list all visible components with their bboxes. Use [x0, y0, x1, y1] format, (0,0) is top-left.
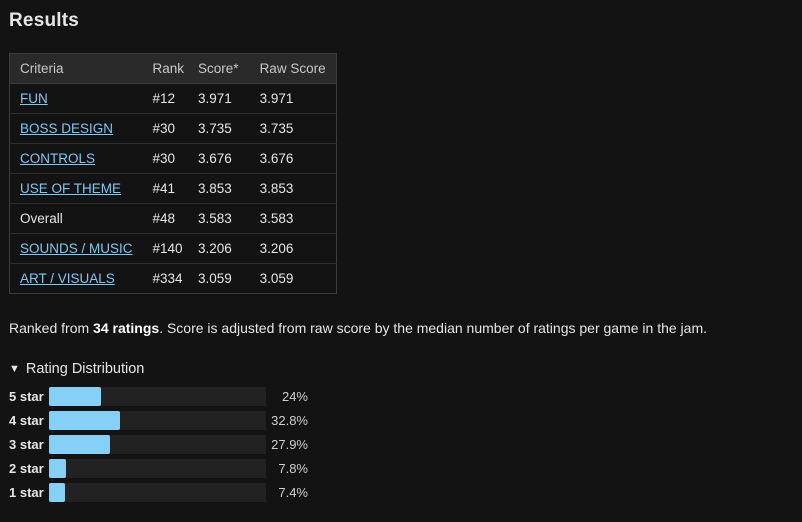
- results-section: Results Criteria Rank Score* Raw Score F…: [0, 0, 802, 522]
- distribution-row: 3 star 27.9%: [9, 432, 802, 456]
- rank-cell: #41: [142, 173, 192, 204]
- score-cell: 3.583: [191, 203, 250, 234]
- triangle-down-icon: ▼: [9, 363, 20, 375]
- distribution-row: 4 star 32.8%: [9, 408, 802, 432]
- header-score: Score*: [191, 53, 250, 84]
- distribution-percent: 7.8%: [278, 460, 308, 476]
- distribution-percent: 27.9%: [271, 436, 308, 452]
- table-row: USE OF THEME #41 3.853 3.853: [9, 173, 337, 204]
- distribution-bar-track: [49, 482, 266, 502]
- criteria-cell: ART / VISUALS: [9, 263, 143, 294]
- criteria-link[interactable]: USE OF THEME: [20, 181, 121, 196]
- distribution-bar-track: [49, 386, 266, 406]
- rating-distribution-toggle[interactable]: ▼ Rating Distribution: [9, 360, 802, 378]
- rank-cell: #30: [142, 113, 192, 144]
- summary-prefix: Ranked from: [9, 320, 94, 336]
- distribution-bar-track: [49, 410, 266, 430]
- table-row: BOSS DESIGN #30 3.735 3.735: [9, 113, 337, 144]
- score-cell: 3.971: [191, 83, 250, 114]
- rating-distribution: 5 star 24% 4 star 32.8% 3 star 27.9% 2 star 7.8…: [9, 384, 802, 504]
- distribution-percent: 7.4%: [278, 484, 308, 500]
- rank-cell: #12: [142, 83, 192, 114]
- distribution-bar-fill: [49, 434, 110, 454]
- table-row: Overall #48 3.583 3.583: [9, 203, 337, 234]
- raw-score-cell: 3.853: [249, 173, 337, 204]
- distribution-percent: 32.8%: [271, 412, 308, 428]
- distribution-row: 2 star 7.8%: [9, 456, 802, 480]
- distribution-bar-fill: [49, 458, 66, 478]
- criteria-label: Overall: [20, 211, 63, 226]
- rank-cell: #334: [142, 263, 192, 294]
- distribution-bar-track: [49, 458, 266, 478]
- rank-cell: #48: [142, 203, 192, 234]
- star-label: 1 star: [9, 484, 44, 500]
- criteria-link[interactable]: FUN: [20, 91, 48, 106]
- header-rank: Rank: [142, 53, 192, 84]
- table-row: ART / VISUALS #334 3.059 3.059: [9, 263, 337, 294]
- raw-score-cell: 3.583: [249, 203, 337, 234]
- rank-cell: #140: [142, 233, 192, 264]
- criteria-link[interactable]: SOUNDS / MUSIC: [20, 241, 133, 256]
- criteria-link[interactable]: ART / VISUALS: [20, 271, 115, 286]
- rank-cell: #30: [142, 143, 192, 174]
- criteria-cell: SOUNDS / MUSIC: [9, 233, 143, 264]
- header-criteria: Criteria: [9, 53, 143, 84]
- criteria-cell: Overall: [9, 203, 143, 234]
- raw-score-cell: 3.971: [249, 83, 337, 114]
- raw-score-cell: 3.676: [249, 143, 337, 174]
- star-label: 5 star: [9, 388, 44, 404]
- raw-score-cell: 3.206: [249, 233, 337, 264]
- distribution-row: 5 star 24%: [9, 384, 802, 408]
- header-raw-score: Raw Score: [249, 53, 337, 84]
- distribution-bar-fill: [49, 410, 121, 430]
- star-label: 4 star: [9, 412, 44, 428]
- ratings-count: 34 ratings: [93, 320, 160, 336]
- criteria-cell: BOSS DESIGN: [9, 113, 143, 144]
- criteria-cell: CONTROLS: [9, 143, 143, 174]
- criteria-table: Criteria Rank Score* Raw Score FUN #12 3.9…: [9, 53, 337, 294]
- star-label: 3 star: [9, 436, 44, 452]
- criteria-link[interactable]: CONTROLS: [20, 151, 95, 166]
- table-header-row: Criteria Rank Score* Raw Score: [9, 53, 337, 84]
- ratings-summary: Ranked from 34 ratings. Score is adjuste…: [9, 319, 802, 337]
- raw-score-cell: 3.735: [249, 113, 337, 144]
- distribution-row: 1 star 7.4%: [9, 480, 802, 504]
- distribution-bar-fill: [49, 386, 102, 406]
- results-title: Results: [9, 10, 80, 31]
- score-cell: 3.676: [191, 143, 250, 174]
- raw-score-cell: 3.059: [249, 263, 337, 294]
- distribution-percent: 24%: [281, 388, 308, 404]
- distribution-bar-fill: [49, 482, 66, 502]
- distribution-bar-track: [49, 434, 266, 454]
- criteria-cell: FUN: [9, 83, 143, 114]
- summary-suffix: . Score is adjusted from raw score by th…: [159, 320, 707, 336]
- score-cell: 3.735: [191, 113, 250, 144]
- score-cell: 3.206: [191, 233, 250, 264]
- score-cell: 3.059: [191, 263, 250, 294]
- star-label: 2 star: [9, 460, 44, 476]
- criteria-table-body: FUN #12 3.971 3.971 BOSS DESIGN #30 3.735 3.735…: [9, 83, 337, 294]
- table-row: CONTROLS #30 3.676 3.676: [9, 143, 337, 174]
- criteria-link[interactable]: BOSS DESIGN: [20, 121, 113, 136]
- rating-distribution-label: Rating Distribution: [25, 361, 145, 377]
- table-row: SOUNDS / MUSIC #140 3.206 3.206: [9, 233, 337, 264]
- criteria-cell: USE OF THEME: [9, 173, 143, 204]
- table-row: FUN #12 3.971 3.971: [9, 83, 337, 114]
- score-cell: 3.853: [191, 173, 250, 204]
